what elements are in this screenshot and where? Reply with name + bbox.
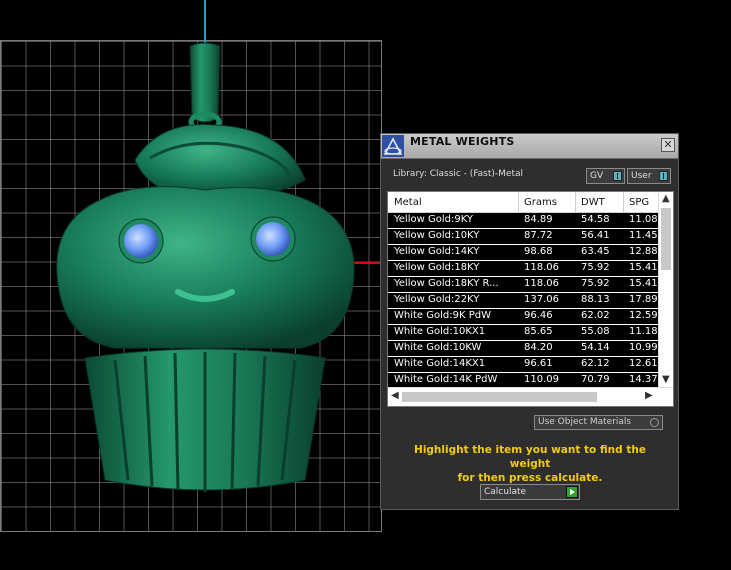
cell-dwt: 56.41 <box>581 230 610 241</box>
right-gem-icon <box>256 222 290 256</box>
table-row[interactable]: Yellow Gold:18KY R... 118.06 75.92 15.41 <box>388 277 673 293</box>
app-logo-icon <box>382 135 404 157</box>
panel-title: METAL WEIGHTS <box>410 135 515 148</box>
table-row[interactable]: Yellow Gold:9KY 84.89 54.58 11.08 <box>388 213 673 229</box>
table-row[interactable]: Yellow Gold:14KY 98.68 63.45 12.88 <box>388 245 673 261</box>
play-arrow-icon[interactable] <box>566 486 578 498</box>
scroll-down-icon[interactable]: ▼ <box>662 374 670 385</box>
gv-toggle-label: GV <box>590 171 604 181</box>
cell-dwt: 62.12 <box>581 358 610 369</box>
cell-dwt: 54.58 <box>581 214 610 225</box>
cell-dwt: 88.13 <box>581 294 610 305</box>
cell-grams: 96.61 <box>524 358 553 369</box>
table-row[interactable]: Yellow Gold:18KY 118.06 75.92 15.41 <box>388 261 673 277</box>
calculate-button[interactable]: Calculate <box>480 484 580 500</box>
column-header-spg[interactable]: SPG <box>629 197 649 208</box>
column-header-metal[interactable]: Metal <box>394 197 422 208</box>
cell-metal: White Gold:9K PdW <box>394 310 491 321</box>
cell-grams: 118.06 <box>524 262 559 273</box>
column-header-grams[interactable]: Grams <box>524 197 557 208</box>
table-body: Yellow Gold:9KY 84.89 54.58 11.08 Yellow Gol… <box>388 213 673 389</box>
cell-metal: Yellow Gold:9KY <box>394 214 473 225</box>
toggle-switch-icon <box>613 171 622 181</box>
cupcake-pendant-model[interactable] <box>40 40 370 500</box>
table-row[interactable]: Yellow Gold:10KY 87.72 56.41 11.45 <box>388 229 673 245</box>
scroll-right-icon[interactable]: ▶ <box>645 390 653 401</box>
cell-grams: 96.46 <box>524 310 553 321</box>
cell-grams: 84.20 <box>524 342 553 353</box>
use-object-materials-option[interactable]: Use Object Materials <box>534 415 663 430</box>
left-gem-icon <box>124 224 158 258</box>
table-row[interactable]: White Gold:10KW 84.20 54.14 10.99 <box>388 341 673 357</box>
instruction-line-1: Highlight the item you want to find the … <box>414 444 646 470</box>
cell-dwt: 75.92 <box>581 278 610 289</box>
table-row[interactable]: White Gold:14KX1 96.61 62.12 12.61 <box>388 357 673 373</box>
cell-metal: Yellow Gold:10KY <box>394 230 480 241</box>
user-toggle[interactable]: User <box>627 168 671 184</box>
scroll-left-icon[interactable]: ◀ <box>391 390 399 401</box>
cell-grams: 87.72 <box>524 230 553 241</box>
calculate-label: Calculate <box>484 487 527 497</box>
close-button[interactable]: ✕ <box>661 138 675 152</box>
metal-weights-panel: METAL WEIGHTS ✕ Library: Classic - (Fast… <box>380 133 679 510</box>
user-toggle-label: User <box>631 171 652 181</box>
cell-grams: 137.06 <box>524 294 559 305</box>
cell-metal: Yellow Gold:18KY <box>394 262 480 273</box>
cell-metal: Yellow Gold:18KY R... <box>394 278 499 289</box>
cell-grams: 110.09 <box>524 374 559 385</box>
cell-grams: 118.06 <box>524 278 559 289</box>
cell-dwt: 54.14 <box>581 342 610 353</box>
instruction-line-2: for then press calculate. <box>457 472 603 484</box>
cell-grams: 85.65 <box>524 326 553 337</box>
vertical-scroll-thumb[interactable] <box>661 208 671 270</box>
horizontal-scroll-thumb[interactable] <box>402 392 597 402</box>
table-header: Metal Grams DWT SPG <box>388 192 673 213</box>
cell-dwt: 75.92 <box>581 262 610 273</box>
cell-dwt: 63.45 <box>581 246 610 257</box>
horizontal-scrollbar[interactable]: ◀ ▶ <box>388 387 673 406</box>
cell-metal: Yellow Gold:14KY <box>394 246 480 257</box>
cell-metal: White Gold:10KW <box>394 342 482 353</box>
library-label: Library: Classic - (Fast)-Metal <box>393 169 524 179</box>
radio-icon[interactable] <box>650 418 659 427</box>
toggle-switch-icon <box>659 171 668 181</box>
table-row[interactable]: White Gold:9K PdW 96.46 62.02 12.59 <box>388 309 673 325</box>
table-row[interactable]: White Gold:10KX1 85.65 55.08 11.18 <box>388 325 673 341</box>
cell-metal: White Gold:14K PdW <box>394 374 498 385</box>
column-header-dwt[interactable]: DWT <box>581 197 605 208</box>
panel-titlebar[interactable]: METAL WEIGHTS ✕ <box>381 134 678 159</box>
gv-toggle[interactable]: GV <box>586 168 625 184</box>
scroll-up-icon[interactable]: ▲ <box>662 193 670 204</box>
cell-dwt: 55.08 <box>581 326 610 337</box>
cell-dwt: 70.79 <box>581 374 610 385</box>
cell-dwt: 62.02 <box>581 310 610 321</box>
instruction-text: Highlight the item you want to find the … <box>395 443 665 485</box>
cell-grams: 84.89 <box>524 214 553 225</box>
use-object-materials-label: Use Object Materials <box>538 417 632 427</box>
table-row[interactable]: Yellow Gold:22KY 137.06 88.13 17.89 <box>388 293 673 309</box>
cell-metal: White Gold:10KX1 <box>394 326 486 337</box>
cell-metal: White Gold:14KX1 <box>394 358 486 369</box>
vertical-scrollbar[interactable]: ▲ ▼ <box>658 192 673 388</box>
cell-grams: 98.68 <box>524 246 553 257</box>
cell-metal: Yellow Gold:22KY <box>394 294 480 305</box>
metal-table: Metal Grams DWT SPG Yellow Gold:9KY 84.89… <box>387 191 674 407</box>
